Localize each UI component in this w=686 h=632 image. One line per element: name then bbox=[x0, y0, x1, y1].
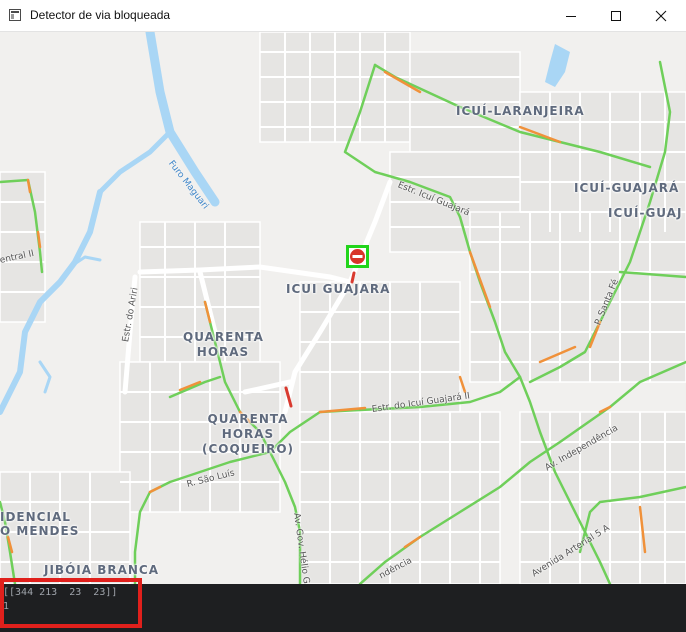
label-quarenta-horas-line2: HORAS bbox=[196, 345, 250, 359]
console-highlight-box bbox=[0, 578, 142, 628]
label-quarenta-horas-coqueiro-line1: QUARENTA bbox=[207, 412, 289, 426]
label-icui-guajara-east: ICUÍ-GUAJARÁ bbox=[574, 181, 680, 195]
minimize-icon bbox=[566, 15, 576, 17]
label-icui-guajara-center: ICUI GUAJARA bbox=[286, 282, 391, 296]
label-quarenta-horas-coqueiro-line2: HORAS bbox=[221, 427, 275, 441]
minimize-button[interactable] bbox=[548, 0, 594, 31]
maximize-button[interactable] bbox=[593, 0, 639, 31]
label-o-mendes: O MENDES bbox=[0, 524, 80, 538]
no-entry-icon bbox=[350, 249, 365, 264]
label-quarenta-horas-coqueiro: QUARENTA HORAS (COQUEIRO) bbox=[200, 412, 296, 457]
window-titlebar[interactable]: Detector de via bloqueada bbox=[0, 0, 686, 32]
label-quarenta-horas-line1: QUARENTA bbox=[183, 330, 264, 344]
console-output: [[344 213 23 23]] 1 bbox=[0, 578, 686, 632]
blocked-road-marker[interactable] bbox=[346, 245, 369, 268]
label-quarenta-horas: QUARENTA HORAS bbox=[183, 330, 263, 360]
maximize-icon bbox=[611, 10, 621, 21]
close-icon bbox=[655, 10, 667, 21]
label-jiboia-branca: JIBÓIA BRANCA bbox=[44, 563, 160, 577]
label-icui-laranjeira: ICUÍ-LARANJEIRA bbox=[456, 104, 585, 118]
label-indencial: IDENCIAL bbox=[0, 510, 71, 524]
map-view[interactable]: ICUÍ-LARANJEIRA ICUÍ-GUAJARÁ ICUÍ-GUAJ I… bbox=[0, 32, 686, 584]
window-app-icon bbox=[9, 9, 21, 21]
label-quarenta-horas-coqueiro-line3: (COQUEIRO) bbox=[201, 442, 295, 456]
label-icui-guajara-east-2: ICUÍ-GUAJ bbox=[608, 206, 683, 220]
window-title: Detector de via bloqueada bbox=[30, 8, 171, 22]
close-button[interactable] bbox=[638, 0, 684, 31]
pond bbox=[545, 44, 570, 87]
